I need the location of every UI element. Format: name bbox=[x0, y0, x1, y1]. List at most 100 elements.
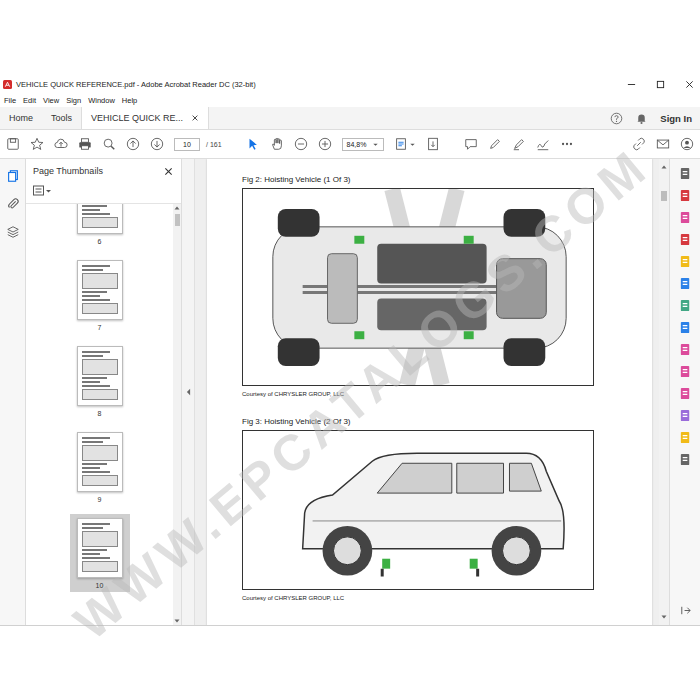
scroll-down-icon[interactable] bbox=[173, 617, 181, 625]
zoom-field[interactable]: 84,8% bbox=[342, 138, 385, 151]
page-thumbnail[interactable]: 6 bbox=[70, 204, 130, 248]
tool-shortcut-icon[interactable] bbox=[679, 233, 692, 246]
menu-item[interactable]: Sign bbox=[66, 96, 81, 105]
page-total: / 161 bbox=[206, 141, 222, 148]
comment-icon[interactable] bbox=[464, 137, 478, 151]
tool-shortcut-icon[interactable] bbox=[679, 431, 692, 444]
tab[interactable]: VEHICLE QUICK RE... bbox=[81, 107, 209, 129]
share-link-icon[interactable] bbox=[632, 137, 646, 151]
panel-collapse-handle[interactable] bbox=[182, 159, 195, 625]
tool-shortcut-icon[interactable] bbox=[679, 387, 692, 400]
upload-icon[interactable] bbox=[54, 137, 68, 151]
scroll-down-icon[interactable] bbox=[660, 613, 668, 621]
document-scrollbar[interactable] bbox=[659, 159, 669, 625]
more-tools-icon[interactable] bbox=[560, 137, 574, 151]
tool-shortcut-icon[interactable] bbox=[679, 277, 692, 290]
thumbnail-image bbox=[77, 260, 123, 320]
page-thumbnail[interactable]: 8 bbox=[70, 342, 130, 420]
menu-item[interactable]: View bbox=[43, 96, 59, 105]
tab[interactable]: Tools bbox=[42, 107, 81, 129]
tool-shortcut-icon[interactable] bbox=[679, 167, 692, 180]
document-view: Fig 2: Hoisting Vehicle (1 Of 3)Courtesy… bbox=[195, 159, 659, 625]
tools-rail bbox=[669, 159, 700, 625]
sign-icon[interactable] bbox=[536, 137, 550, 151]
figure: Fig 2: Hoisting Vehicle (1 Of 3)Courtesy… bbox=[242, 175, 652, 397]
options-menu-icon[interactable] bbox=[33, 185, 53, 197]
previous-page-icon[interactable] bbox=[126, 137, 140, 151]
highlight-icon[interactable] bbox=[512, 137, 526, 151]
panel-scrollbar[interactable] bbox=[173, 204, 181, 625]
tool-shortcut-icon[interactable] bbox=[679, 365, 692, 378]
window-controls bbox=[627, 80, 700, 89]
hand-icon[interactable] bbox=[270, 137, 284, 151]
thumbnail-image bbox=[77, 518, 123, 578]
window-title: VEHICLE QUICK REFERENCE.pdf - Adobe Acro… bbox=[16, 80, 256, 89]
figure-frame bbox=[242, 188, 594, 386]
scroll-mode-icon[interactable] bbox=[426, 137, 440, 151]
collapse-arrow-icon[interactable] bbox=[186, 388, 191, 396]
zoom-out-icon[interactable] bbox=[294, 137, 308, 151]
maximize-icon[interactable] bbox=[656, 80, 665, 89]
menu-item[interactable]: File bbox=[4, 96, 16, 105]
figure-frame bbox=[242, 430, 594, 590]
tool-shortcut-icon[interactable] bbox=[679, 189, 692, 202]
navigation-rail bbox=[0, 159, 26, 625]
fit-dropdown-icon[interactable] bbox=[409, 141, 416, 148]
menu-item[interactable]: Help bbox=[122, 96, 137, 105]
attachment-icon[interactable] bbox=[6, 197, 20, 211]
vehicle-side-drawing bbox=[243, 431, 593, 589]
layers-icon[interactable] bbox=[6, 225, 20, 239]
tool-shortcut-icon[interactable] bbox=[679, 343, 692, 356]
thumbnails-panel: Page Thumbnails 6 7 8 9 10 bbox=[26, 159, 182, 625]
sign-in-button[interactable]: Sign In bbox=[660, 113, 692, 124]
page-number-field[interactable]: 10 bbox=[174, 138, 200, 151]
panel-close-icon[interactable] bbox=[164, 167, 173, 176]
tool-shortcut-icon[interactable] bbox=[679, 255, 692, 268]
star-icon[interactable] bbox=[30, 137, 44, 151]
save-icon[interactable] bbox=[6, 137, 20, 151]
panel-options bbox=[26, 183, 181, 204]
page-thumbnail[interactable]: 10 bbox=[70, 514, 130, 592]
page-label: 10 bbox=[96, 582, 104, 589]
zoom-search-icon[interactable] bbox=[102, 137, 116, 151]
next-page-icon[interactable] bbox=[150, 137, 164, 151]
expand-panel-icon[interactable] bbox=[679, 604, 692, 617]
page-thumbnail[interactable]: 9 bbox=[70, 428, 130, 506]
acrobat-logo-icon bbox=[3, 80, 12, 89]
page-label: 6 bbox=[98, 238, 102, 245]
menu-item[interactable]: Edit bbox=[23, 96, 36, 105]
panel-title: Page Thumbnails bbox=[33, 166, 103, 176]
page-thumbnails-icon[interactable] bbox=[6, 169, 20, 183]
tab-bar: HomeToolsVEHICLE QUICK RE... Sign In bbox=[0, 107, 700, 130]
menu-bar: File Edit View Sign Window Help bbox=[0, 93, 700, 107]
minimize-icon[interactable] bbox=[627, 80, 636, 89]
thumbnail-image bbox=[77, 204, 123, 234]
select-cursor-icon[interactable] bbox=[246, 137, 260, 151]
tool-shortcut-icon[interactable] bbox=[679, 211, 692, 224]
menu-item[interactable]: Window bbox=[88, 96, 115, 105]
page-thumbnail[interactable]: 7 bbox=[70, 256, 130, 334]
toolbar: 10 / 161 84,8% bbox=[0, 130, 700, 159]
mail-icon[interactable] bbox=[656, 137, 670, 151]
pen-icon[interactable] bbox=[488, 137, 502, 151]
close-icon[interactable] bbox=[685, 80, 694, 89]
scroll-up-icon[interactable] bbox=[173, 204, 181, 212]
print-icon[interactable] bbox=[78, 137, 92, 151]
account-icon[interactable] bbox=[680, 137, 694, 151]
vehicle-underbody-drawing bbox=[243, 189, 593, 385]
tool-shortcut-icon[interactable] bbox=[679, 453, 692, 466]
bell-icon[interactable] bbox=[635, 112, 648, 125]
tool-shortcut-icon[interactable] bbox=[679, 409, 692, 422]
zoom-in-icon[interactable] bbox=[318, 137, 332, 151]
fit-page-icon[interactable] bbox=[394, 137, 408, 151]
page-label: 9 bbox=[98, 496, 102, 503]
figure-credit: Courtesy of CHRYSLER GROUP, LLC bbox=[242, 595, 652, 601]
zoom-dropdown-icon[interactable] bbox=[372, 141, 379, 148]
scroll-up-icon[interactable] bbox=[660, 163, 668, 171]
help-icon[interactable] bbox=[610, 112, 623, 125]
tool-shortcut-icon[interactable] bbox=[679, 299, 692, 312]
tab-close-icon[interactable] bbox=[191, 114, 199, 122]
tab[interactable]: Home bbox=[0, 107, 42, 129]
thumbnail-image bbox=[77, 346, 123, 406]
tool-shortcut-icon[interactable] bbox=[679, 321, 692, 334]
